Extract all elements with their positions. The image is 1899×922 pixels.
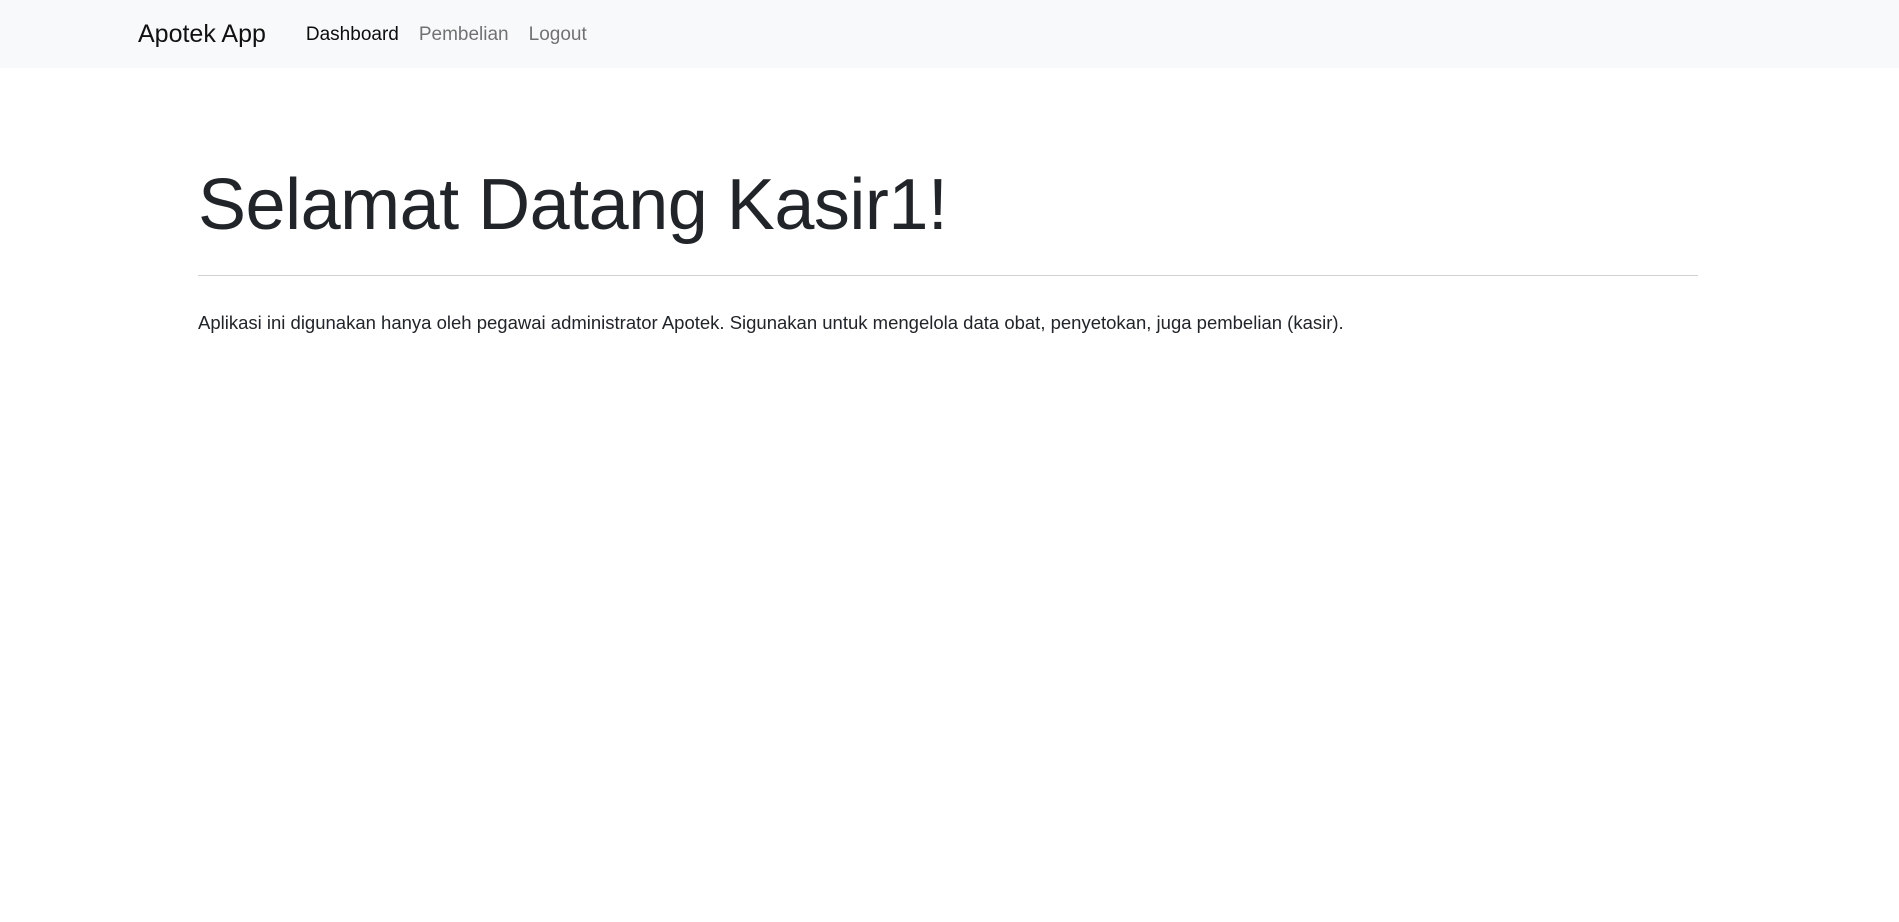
nav-link-dashboard[interactable]: Dashboard	[296, 25, 409, 44]
top-navbar: Apotek App Dashboard Pembelian Logout	[0, 0, 1899, 68]
brand-link[interactable]: Apotek App	[138, 21, 266, 47]
description-text: Aplikasi ini digunakan hanya oleh pegawa…	[198, 312, 1344, 334]
navbar-container: Apotek App Dashboard Pembelian Logout	[138, 21, 1788, 47]
nav-link-pembelian[interactable]: Pembelian	[409, 25, 519, 44]
main-content: Selamat Datang Kasir1! Aplikasi ini digu…	[198, 165, 1698, 334]
nav-links: Dashboard Pembelian Logout	[296, 25, 597, 44]
nav-link-logout[interactable]: Logout	[519, 25, 597, 44]
page-title: Selamat Datang Kasir1!	[198, 165, 948, 245]
title-divider	[198, 275, 1698, 277]
